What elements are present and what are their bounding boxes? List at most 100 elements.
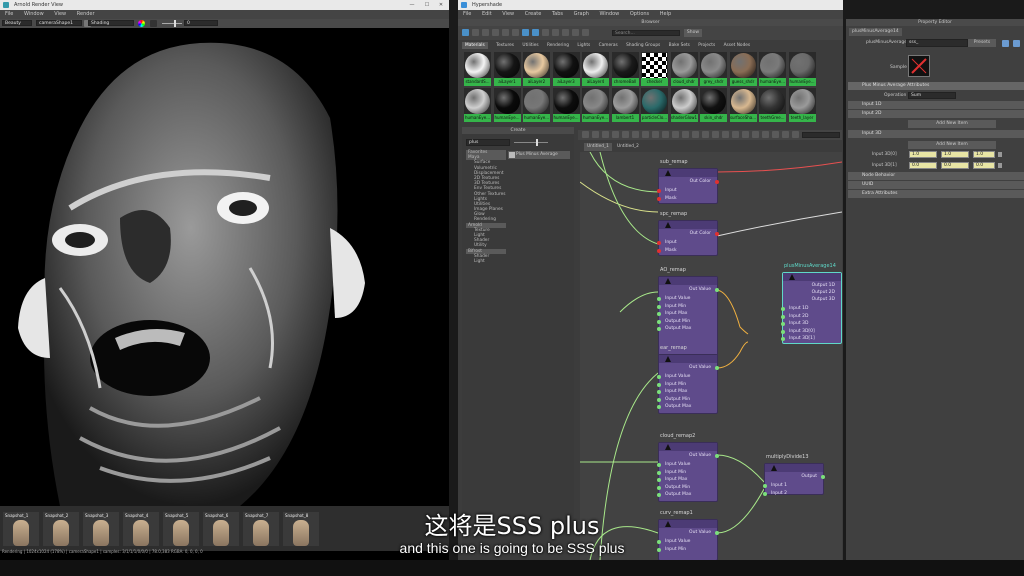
create-result-item[interactable]: Plus Minus Average (508, 151, 570, 159)
exposure-slider[interactable] (162, 23, 182, 24)
material-swatch[interactable]: aiLayer4 (582, 52, 609, 86)
material-swatch[interactable]: humanEye... (582, 88, 609, 122)
section-node-behavior[interactable]: Node Behavior (848, 172, 1024, 180)
input3d-1-y[interactable]: 0.0 (941, 162, 969, 169)
section-extra-attributes[interactable]: Extra Attributes (848, 190, 1024, 198)
menu-window[interactable]: Window (600, 11, 620, 17)
editor-search-input[interactable] (802, 132, 840, 138)
material-swatch[interactable]: teethGree... (759, 88, 786, 122)
editor-tool-icon[interactable] (652, 131, 659, 138)
focus-icon[interactable] (1002, 40, 1009, 47)
menu-window[interactable]: Window (24, 11, 44, 17)
node-header[interactable] (659, 277, 717, 285)
create-slider[interactable] (514, 142, 548, 143)
menu-file[interactable]: File (463, 11, 471, 17)
toolbar-icon[interactable] (572, 29, 579, 36)
material-swatch[interactable]: humanEye... (788, 52, 816, 86)
input-port[interactable] (781, 307, 785, 311)
editor-tool-icon[interactable] (712, 131, 719, 138)
input-port[interactable] (657, 397, 661, 402)
editor-tool-icon[interactable] (602, 131, 609, 138)
section-input-3d[interactable]: Input 3D (848, 130, 1024, 138)
editor-tool-icon[interactable] (702, 131, 709, 138)
input-port[interactable] (657, 478, 661, 482)
section-plus-minus-average[interactable]: Plus Minus Average Attributes (848, 82, 1024, 90)
tab-rendering[interactable]: Rendering (547, 43, 569, 48)
toolbar-icon[interactable] (482, 29, 489, 36)
material-swatch[interactable]: surfaceSha... (729, 88, 757, 122)
editor-tool-icon[interactable] (742, 131, 749, 138)
show-button[interactable]: Show (684, 29, 702, 37)
create-search-input[interactable]: plus (466, 139, 510, 146)
shader-node[interactable]: Output Input 1 Input 2 (763, 463, 825, 496)
section-uuid[interactable]: UUID (848, 181, 1024, 189)
camera-dropdown[interactable]: cameraShape1 (36, 20, 82, 26)
minimize-icon[interactable]: — (405, 0, 419, 10)
toolbar-icon[interactable] (462, 29, 469, 36)
material-swatch[interactable]: aiLayer1 (493, 52, 521, 86)
input-port[interactable] (763, 491, 767, 496)
material-swatch[interactable]: humanEye... (759, 52, 786, 86)
material-swatch[interactable]: shaderGlow1 (670, 88, 698, 122)
editor-tool-icon[interactable] (622, 131, 629, 138)
toolbar-icon[interactable] (512, 29, 519, 36)
menu-options[interactable]: Options (630, 11, 649, 17)
tab-utilities[interactable]: Utilities (522, 43, 538, 48)
render-canvas[interactable] (0, 28, 449, 506)
property-tab[interactable]: plusMinusAverage14 (849, 28, 902, 36)
tab-bake-sets[interactable]: Bake Sets (669, 43, 690, 48)
input-port[interactable] (657, 196, 661, 201)
node-header[interactable] (765, 464, 823, 472)
color-wheel-icon[interactable] (138, 20, 145, 27)
tab-untitled-1[interactable]: Untitled_1 (584, 143, 612, 151)
tab-cameras[interactable]: Cameras (599, 43, 618, 48)
aov-dropdown[interactable]: Beauty (2, 20, 32, 26)
menu-view[interactable]: View (502, 11, 514, 17)
input-port[interactable] (657, 327, 661, 331)
output-port[interactable] (715, 232, 719, 236)
material-swatch[interactable]: standardS... (464, 52, 491, 86)
tab-projects[interactable]: Projects (698, 43, 715, 48)
editor-tool-icon[interactable] (682, 131, 689, 138)
editor-tool-icon[interactable] (692, 131, 699, 138)
editor-tool-icon[interactable] (722, 131, 729, 138)
node-graph-canvas[interactable]: sub_remap Out Color Input Mask spc_remap Out … (580, 152, 842, 560)
toolbar-icon[interactable] (492, 29, 499, 36)
editor-tool-icon[interactable] (672, 131, 679, 138)
tab-asset-nodes[interactable]: Asset Nodes (724, 43, 751, 48)
input-port[interactable] (657, 297, 661, 301)
copy-tab-icon[interactable] (1013, 40, 1020, 47)
toolbar-icon[interactable] (472, 29, 479, 36)
node-header[interactable] (783, 273, 841, 281)
input-port[interactable] (781, 314, 785, 319)
shader-node[interactable]: Out Color Input Mask (657, 220, 719, 256)
exposure-value[interactable]: 0 (184, 20, 218, 26)
editor-tool-icon[interactable] (782, 131, 789, 138)
material-swatch[interactable]: aiLayer2 (523, 52, 550, 86)
input-port[interactable] (657, 463, 661, 467)
editor-tool-icon[interactable] (662, 131, 669, 138)
material-swatch[interactable]: grey_shdr (700, 52, 727, 86)
create-tree-item[interactable]: Light (466, 259, 506, 264)
exposure-handle[interactable] (174, 20, 176, 27)
material-swatch[interactable]: chromeBall (611, 52, 639, 86)
output-port[interactable] (821, 475, 825, 479)
editor-tool-icon[interactable] (592, 131, 599, 138)
display-icon[interactable] (150, 20, 157, 27)
input3d-0-y[interactable]: 1.0 (941, 151, 969, 158)
delete-icon[interactable] (998, 152, 1002, 157)
output-port[interactable] (715, 288, 719, 292)
operation-dropdown[interactable]: Sum (908, 92, 956, 99)
tab-materials[interactable]: Materials (462, 42, 488, 49)
toolbar-icon[interactable] (582, 29, 589, 36)
close-icon[interactable]: ✕ (434, 0, 448, 10)
input-port[interactable] (657, 304, 661, 309)
editor-tool-icon[interactable] (772, 131, 779, 138)
editor-tool-icon[interactable] (762, 131, 769, 138)
shader-node[interactable]: Out Value Input Value Input Min Input Max Ou… (657, 442, 719, 502)
presets-button[interactable]: Presets (968, 39, 996, 47)
material-swatch[interactable]: skin_shdr (700, 88, 727, 122)
toolbar-icon[interactable] (542, 29, 549, 36)
input-port[interactable] (781, 329, 785, 334)
material-swatch[interactable]: humanEye... (523, 88, 550, 122)
